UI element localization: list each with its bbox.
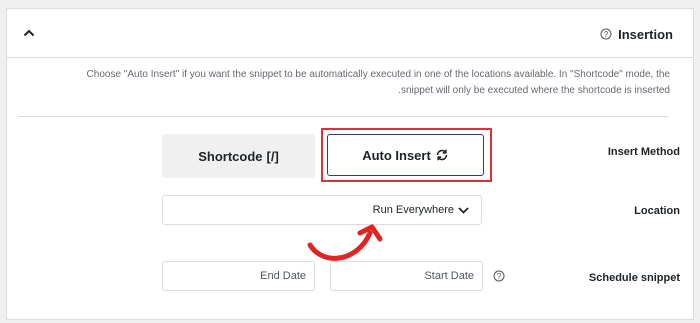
panel-header: ? Insertion xyxy=(7,9,693,58)
auto-insert-button[interactable]: Auto Insert xyxy=(327,134,484,176)
divider xyxy=(18,116,668,117)
chevron-up-icon xyxy=(23,29,35,37)
panel-title: Insertion xyxy=(618,26,673,42)
schedule-snippet-label: Schedule snippet xyxy=(588,272,680,284)
description-line-1: Choose "Auto Insert" if you want the sni… xyxy=(86,69,670,80)
refresh-icon xyxy=(436,149,448,161)
help-icon: ? xyxy=(493,270,505,282)
description-line-2: .snippet will only be executed where the… xyxy=(398,85,670,96)
chevron-down-icon xyxy=(458,206,469,214)
shortcode-button[interactable]: Shortcode [/] xyxy=(162,134,315,178)
help-icon: ? xyxy=(600,28,612,40)
collapse-toggle[interactable] xyxy=(21,25,37,41)
insertion-description: Choose "Auto Insert" if you want the sni… xyxy=(30,67,670,99)
shortcode-icon: [/] xyxy=(266,148,279,164)
svg-text:?: ? xyxy=(497,272,502,281)
location-label: Location xyxy=(634,205,680,217)
auto-insert-button-label: Auto Insert xyxy=(362,147,431,163)
shortcode-button-label: Shortcode xyxy=(198,148,263,164)
panel-title-group: ? Insertion xyxy=(600,25,673,43)
start-date-input[interactable] xyxy=(330,261,483,291)
insert-method-label: Insert Method xyxy=(607,146,680,158)
svg-text:?: ? xyxy=(604,30,609,39)
end-date-input[interactable] xyxy=(162,261,315,291)
schedule-help-icon[interactable]: ? xyxy=(493,270,505,282)
